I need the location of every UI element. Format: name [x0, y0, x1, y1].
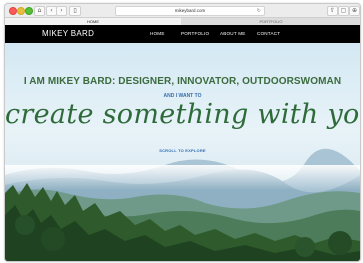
reload-icon[interactable]: ↻ [257, 7, 261, 15]
zoom-window-icon[interactable] [25, 7, 33, 15]
share-icon[interactable]: ⇧ [327, 6, 338, 16]
nav-about-me[interactable]: ABOUT ME [220, 25, 246, 43]
close-window-icon[interactable] [9, 7, 17, 15]
url-text: mikeybard.com [174, 8, 206, 13]
hero-script-tagline: create something with you [5, 99, 360, 130]
home-icon[interactable]: ⌂ [34, 6, 45, 16]
nav-portfolio[interactable]: PORTFOLIO [181, 25, 209, 43]
site-logo[interactable]: MIKEY BARD [42, 25, 94, 43]
downloads-icon[interactable]: ⊕ [349, 6, 360, 16]
tab-bar: HOME PORTFOLIO [5, 17, 360, 25]
tabs-overview-icon[interactable]: ▢ [338, 6, 349, 16]
forward-icon[interactable]: › [56, 6, 67, 16]
scroll-to-explore-link[interactable]: SCROLL TO EXPLORE [5, 148, 360, 153]
tab-portfolio[interactable]: PORTFOLIO [182, 18, 360, 25]
website-viewport: MIKEY BARD HOME PORTFOLIO ABOUT ME CONTA… [5, 25, 360, 261]
hero-headline: I AM MIKEY BARD: DESIGNER, INNOVATOR, OU… [23, 76, 342, 87]
site-navbar: MIKEY BARD HOME PORTFOLIO ABOUT ME CONTA… [5, 25, 360, 43]
sidebar-icon[interactable]: ▯ [69, 6, 81, 16]
tab-home[interactable]: HOME [5, 18, 181, 25]
hero-landscape-image [5, 25, 360, 261]
minimize-window-icon[interactable] [17, 7, 25, 15]
browser-toolbar: ⌂ ‹ › ▯ mikeybard.com ↻ ⇧ ▢ ⊕ [5, 4, 360, 17]
nav-contact[interactable]: CONTACT [257, 25, 280, 43]
nav-home[interactable]: HOME [150, 25, 165, 43]
browser-window: ⌂ ‹ › ▯ mikeybard.com ↻ ⇧ ▢ ⊕ HOME PORTF… [4, 3, 361, 262]
address-bar[interactable]: mikeybard.com ↻ [115, 6, 265, 16]
